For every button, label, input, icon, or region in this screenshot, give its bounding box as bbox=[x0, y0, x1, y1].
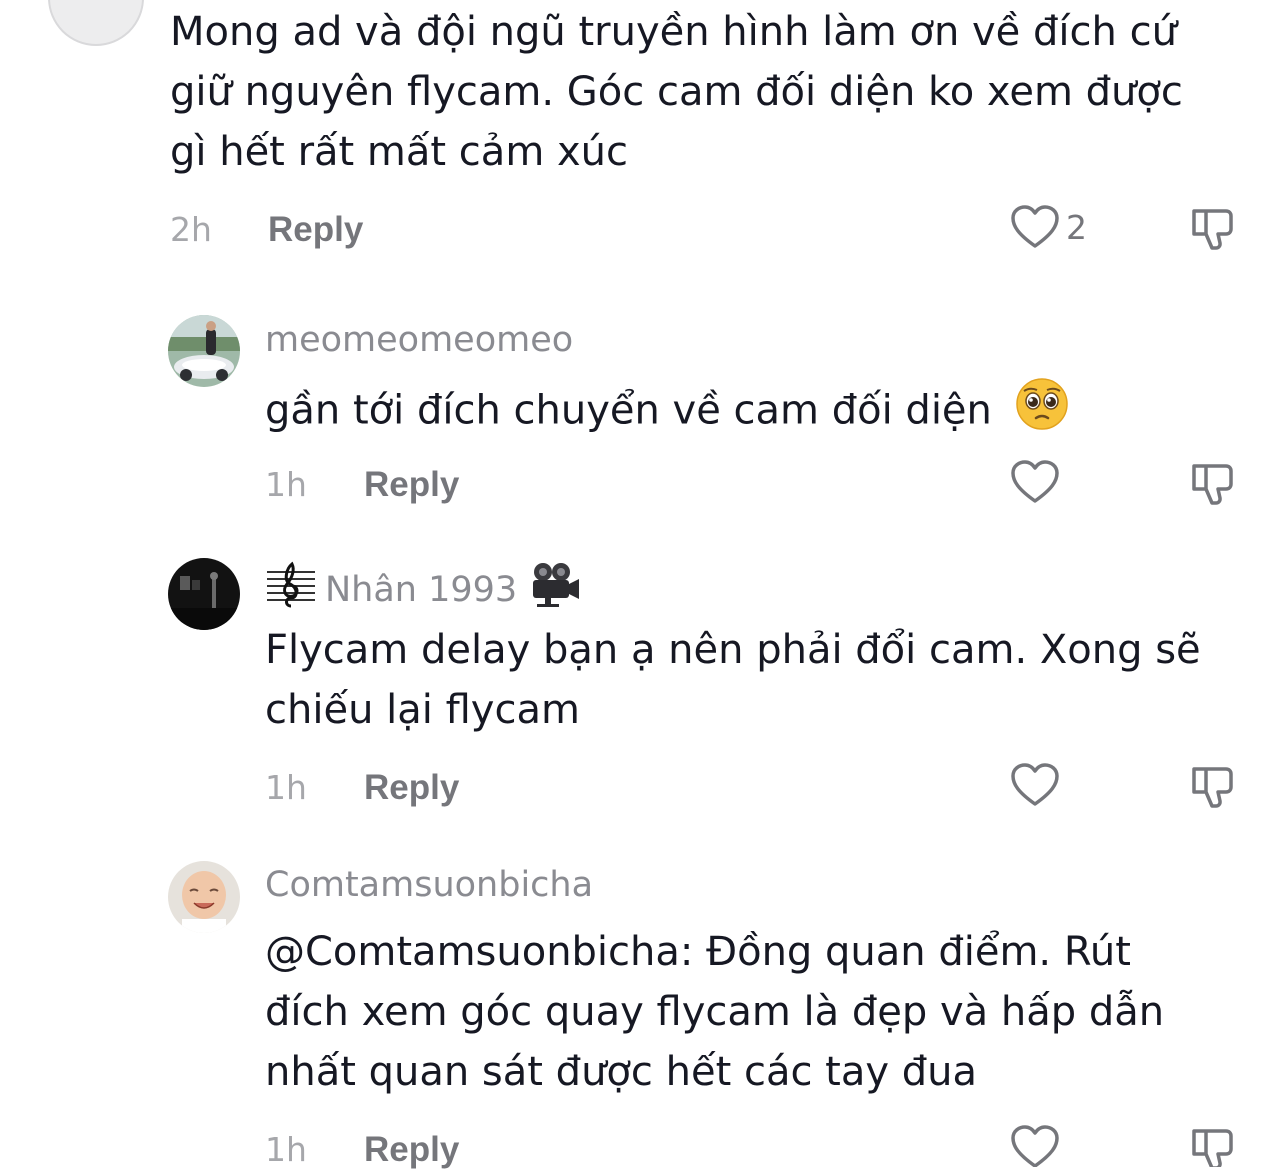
username-text: Nhân 1993 bbox=[325, 569, 518, 610]
comment-text: gần tới đích chuyển về cam đối diện bbox=[265, 387, 992, 434]
music-score-icon bbox=[265, 560, 317, 619]
thumbs-down-icon bbox=[1192, 1129, 1233, 1170]
thumbs-down-icon bbox=[1192, 767, 1233, 808]
comment-text-line: giữ nguyên flycam. Góc cam đối diện ko x… bbox=[170, 69, 1183, 115]
like-button[interactable] bbox=[1010, 1124, 1060, 1167]
comment-text-line: chiếu lại flycam bbox=[265, 687, 580, 733]
like-count: 2 bbox=[1066, 207, 1087, 247]
heart-icon bbox=[1011, 205, 1059, 248]
comment-text-line: gần tới đích chuyển về cam đối diện bbox=[265, 377, 1069, 448]
movie-camera-icon bbox=[529, 560, 581, 619]
like-button[interactable] bbox=[1010, 459, 1060, 505]
heart-icon bbox=[1011, 1125, 1059, 1167]
username[interactable]: meomeomeomeo bbox=[265, 318, 573, 362]
thumbs-down-icon bbox=[1192, 464, 1233, 505]
comment-time: 1h bbox=[265, 465, 307, 504]
comment-text-line: Mong ad và đội ngũ truyền hình làm ơn về… bbox=[170, 9, 1177, 55]
reply-button[interactable]: Reply bbox=[364, 465, 459, 505]
comment-time: 1h bbox=[265, 1130, 307, 1169]
username[interactable]: Nhân 1993 bbox=[265, 560, 581, 619]
thumbs-down-icon bbox=[1192, 209, 1233, 250]
avatar[interactable] bbox=[168, 861, 240, 933]
username[interactable]: Comtamsuonbicha bbox=[265, 863, 593, 907]
dislike-button[interactable] bbox=[1190, 1127, 1236, 1171]
dislike-button[interactable] bbox=[1190, 207, 1236, 255]
reply-button[interactable]: Reply bbox=[268, 210, 363, 250]
avatar[interactable] bbox=[48, 0, 144, 46]
comment-time: 2h bbox=[170, 210, 212, 249]
like-button[interactable]: 2 bbox=[1010, 204, 1087, 250]
comment-text-line: nhất quan sát được hết các tay đua bbox=[265, 1049, 978, 1095]
reply-button[interactable]: Reply bbox=[364, 1130, 459, 1170]
reply-button[interactable]: Reply bbox=[364, 768, 459, 808]
comment-text-line: đích xem góc quay flycam là đẹp và hấp d… bbox=[265, 989, 1165, 1035]
avatar[interactable] bbox=[168, 558, 240, 630]
like-button[interactable] bbox=[1010, 762, 1060, 808]
heart-icon bbox=[1011, 460, 1059, 503]
comment-text-line: @Comtamsuonbicha: Đồng quan điểm. Rút bbox=[265, 929, 1131, 975]
comment-text-line: gì hết rất mất cảm xúc bbox=[170, 129, 629, 175]
comment-time: 1h bbox=[265, 768, 307, 807]
avatar[interactable] bbox=[168, 315, 240, 387]
dislike-button[interactable] bbox=[1190, 765, 1236, 813]
heart-icon bbox=[1011, 763, 1059, 806]
pleading-face-icon bbox=[1015, 377, 1069, 448]
comment-text-line: Flycam delay bạn ạ nên phải đổi cam. Xon… bbox=[265, 627, 1201, 673]
dislike-button[interactable] bbox=[1190, 462, 1236, 510]
